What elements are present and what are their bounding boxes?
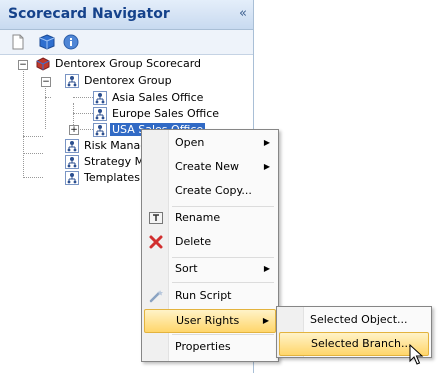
new-document-icon[interactable] xyxy=(9,33,27,51)
menu-item-label: Rename xyxy=(175,211,221,224)
tree-node-risk-management[interactable]: Risk Manag xyxy=(65,138,149,154)
info-icon[interactable] xyxy=(62,33,80,51)
tree-node-asia-sales-office[interactable]: Asia Sales Office xyxy=(93,90,205,106)
panel-toolbar xyxy=(0,30,253,55)
submenu-arrow-icon: ▶ xyxy=(263,162,270,171)
scorecard-cube-icon xyxy=(36,57,50,71)
org-unit-icon xyxy=(65,155,79,169)
rename-icon xyxy=(149,212,163,224)
tree-node-europe-sales-office[interactable]: Europe Sales Office xyxy=(93,106,221,122)
delete-x-icon xyxy=(149,235,163,249)
expand-usa-toggle[interactable]: + xyxy=(69,125,79,135)
org-unit-icon xyxy=(65,139,79,153)
menu-item-label: Run Script xyxy=(175,289,232,302)
menu-item-rename[interactable]: Rename xyxy=(144,207,276,229)
menu-separator xyxy=(172,334,274,335)
org-unit-icon xyxy=(65,74,79,88)
submenu-arrow-icon: ▶ xyxy=(263,138,270,147)
tree-node-label: Risk Manag xyxy=(84,139,148,152)
tree-node-label: Europe Sales Office xyxy=(112,107,220,120)
menu-item-label: Properties xyxy=(175,340,231,353)
menu-item-sort[interactable]: Sort ▶ xyxy=(144,258,276,280)
tree-node-dentorex-group[interactable]: Dentorex Group xyxy=(65,73,174,89)
tree-node-label: Dentorex Group xyxy=(84,74,172,87)
submenu-item-selected-object[interactable]: Selected Object... xyxy=(279,309,429,331)
menu-item-label: Delete xyxy=(175,235,212,248)
menu-item-label: Sort xyxy=(175,262,198,275)
org-unit-icon xyxy=(93,107,107,121)
menu-item-delete[interactable]: Delete xyxy=(144,231,276,253)
tree-node-templates[interactable]: Templates xyxy=(65,170,142,186)
menu-item-run-script[interactable]: Run Script xyxy=(144,285,276,307)
collapse-group-toggle[interactable]: − xyxy=(41,77,51,87)
script-wand-icon xyxy=(149,290,163,303)
collapse-icon[interactable]: « xyxy=(239,6,247,21)
menu-item-create-copy[interactable]: Create Copy... xyxy=(144,180,276,202)
panel-titlebar: Scorecard Navigator « xyxy=(0,0,253,30)
menu-item-label: User Rights xyxy=(176,314,240,327)
tree-node-root[interactable]: Dentorex Group Scorecard xyxy=(36,56,203,72)
menu-separator xyxy=(172,282,274,283)
context-menu: Open ▶ Create New ▶ Create Copy... Renam… xyxy=(141,129,279,362)
menu-item-label: Open xyxy=(175,136,205,149)
menu-item-label: Selected Branch... xyxy=(311,337,412,350)
tree-node-label: Templates xyxy=(84,171,140,184)
menu-item-create-new[interactable]: Create New ▶ xyxy=(144,156,276,178)
collapse-root-toggle[interactable]: − xyxy=(18,60,28,70)
menu-item-properties[interactable]: Properties xyxy=(144,336,276,358)
tree-node-strategy-map[interactable]: Strategy Ma xyxy=(65,154,153,170)
cube-icon[interactable] xyxy=(38,33,56,51)
submenu-arrow-icon: ▶ xyxy=(262,316,269,325)
tree-node-label: Dentorex Group Scorecard xyxy=(55,57,202,70)
org-unit-icon xyxy=(93,91,107,105)
menu-item-open[interactable]: Open ▶ xyxy=(144,132,276,154)
menu-item-user-rights[interactable]: User Rights ▶ xyxy=(144,309,276,333)
menu-item-label: Create Copy... xyxy=(175,184,252,197)
panel-title: Scorecard Navigator xyxy=(8,6,170,22)
org-unit-icon xyxy=(93,123,107,137)
mouse-pointer-icon xyxy=(409,344,424,365)
tree-node-label: Asia Sales Office xyxy=(112,91,204,104)
menu-item-label: Selected Object... xyxy=(310,313,408,326)
submenu-item-selected-branch[interactable]: Selected Branch... xyxy=(279,332,429,356)
menu-item-label: Create New xyxy=(175,160,240,173)
submenu-arrow-icon: ▶ xyxy=(263,264,270,273)
org-unit-icon xyxy=(65,171,79,185)
